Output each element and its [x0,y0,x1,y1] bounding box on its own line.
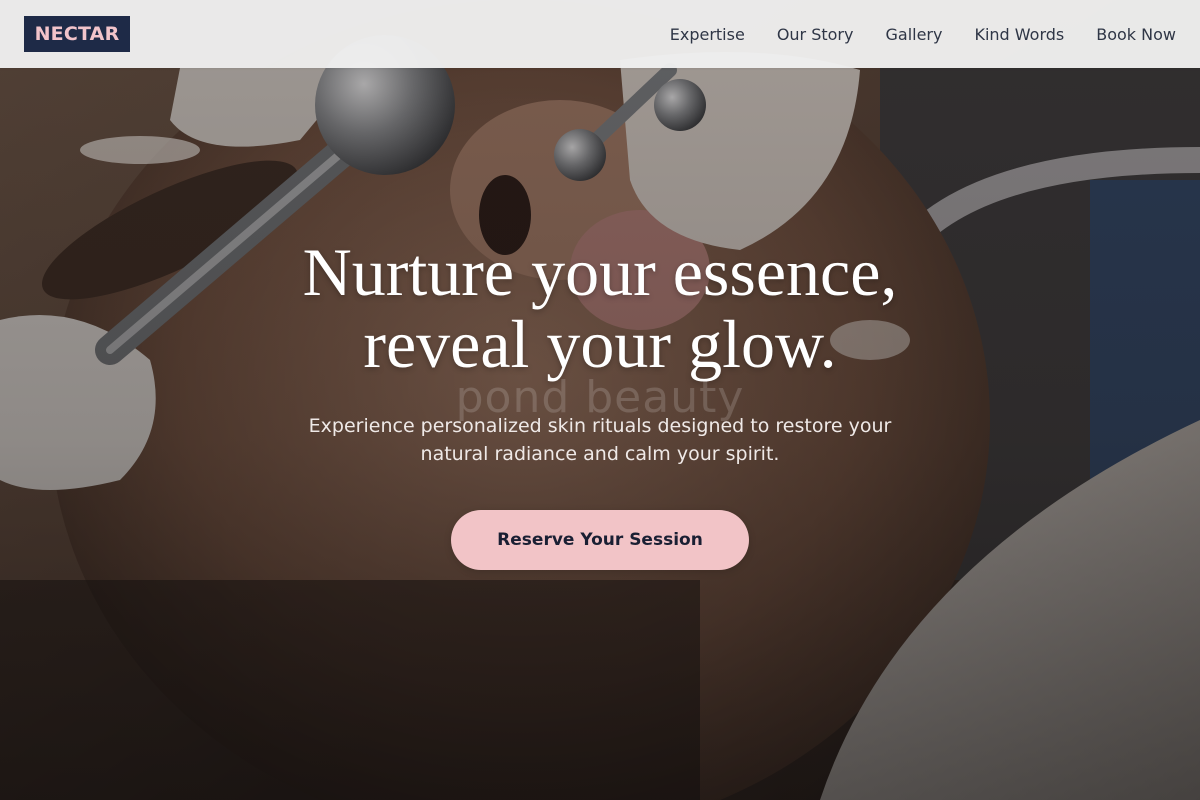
nav-item-kind-words[interactable]: Kind Words [974,25,1064,44]
brand-logo[interactable]: NECTAR [24,16,130,52]
hero-subtitle: Experience personalized skin rituals des… [308,415,892,465]
main-nav: Expertise Our Story Gallery Kind Words B… [670,0,1176,68]
hero-headline-line-1: Nurture your essence, [302,234,898,310]
hero-headline: Nurture your essence, reveal your glow. [0,236,1200,380]
reserve-session-button[interactable]: Reserve Your Session [451,510,749,570]
nav-item-book-now[interactable]: Book Now [1096,25,1176,44]
nav-item-our-story[interactable]: Our Story [777,25,854,44]
hero-section: Nurture your essence, reveal your glow. … [0,236,1200,570]
nav-item-expertise[interactable]: Expertise [670,25,745,44]
hero-headline-line-2: reveal your glow. [363,306,837,382]
site-header: NECTAR Expertise Our Story Gallery Kind … [0,0,1200,68]
landing-page: pond beauty NECTAR Expertise Our Story G… [0,0,1200,800]
nav-item-gallery[interactable]: Gallery [885,25,942,44]
